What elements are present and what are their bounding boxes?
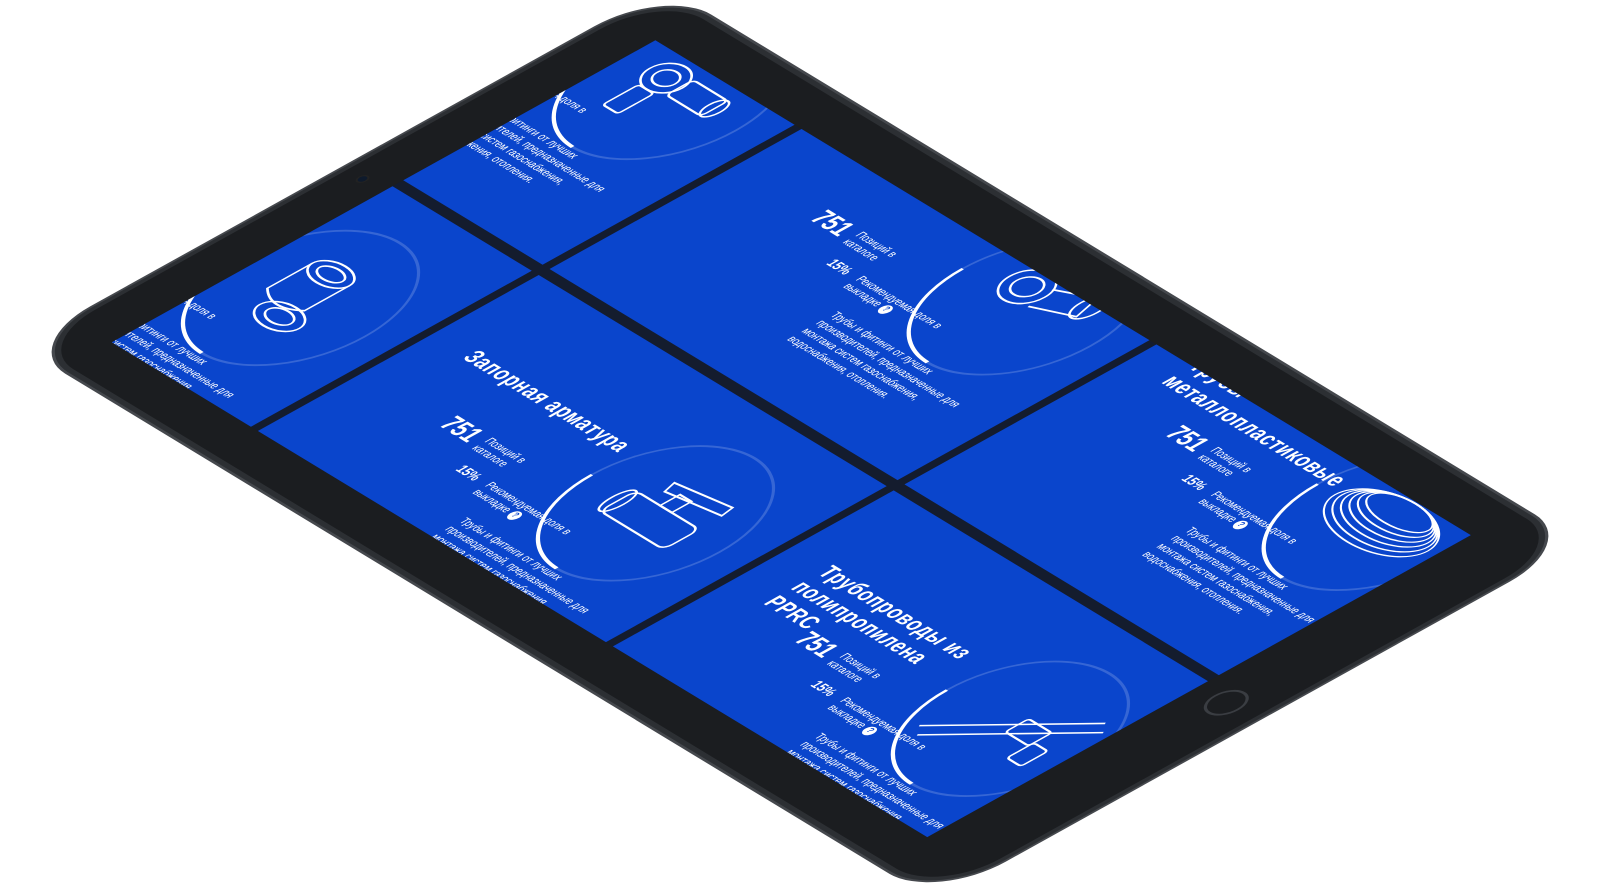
positions-count: 751 [1157, 421, 1217, 456]
help-icon[interactable]: ? [520, 87, 541, 100]
positions-stat: 751 Позиций в каталоге [802, 206, 913, 272]
share-value: 15% [1176, 472, 1211, 493]
tablet-frame: 751 Позиций в каталоге 15% Рекомендуемая… [32, 0, 1568, 888]
share-value: 15% [451, 463, 486, 484]
share-value: 15% [806, 678, 841, 699]
mockup-stage: 751 Позиций в каталоге 15% Рекомендуемая… [0, 0, 1600, 888]
tablet-screen: 751 Позиций в каталоге 15% Рекомендуемая… [111, 40, 1471, 838]
camera-icon [355, 175, 370, 183]
positions-stat: 751 Позиций в каталоге [431, 412, 542, 478]
catalog-grid: 751 Позиций в каталоге 15% Рекомендуемая… [111, 40, 1471, 838]
share-stat: 15% Рекомендуемая доля в выкладке? [457, 42, 592, 122]
tablet-device: 751 Позиций в каталоге 15% Рекомендуемая… [32, 0, 1568, 888]
positions-stat: 751 Позиций в каталоге [111, 196, 187, 263]
positions-stat: 751 Позиций в каталоге [449, 40, 558, 57]
share-value: 15% [111, 247, 131, 268]
positions-count: 751 [111, 196, 136, 231]
share-value: 15% [467, 41, 501, 62]
help-icon[interactable]: ? [149, 293, 171, 306]
positions-count: 751 [431, 412, 491, 447]
card-title: Фитинги латунные [111, 130, 280, 238]
positions-count: 751 [802, 206, 862, 241]
share-value: 15% [822, 257, 856, 278]
positions-label: Позиций в каталоге [113, 220, 176, 254]
home-button[interactable] [1195, 684, 1258, 721]
positions-label: Позиций в каталоге [485, 40, 557, 57]
